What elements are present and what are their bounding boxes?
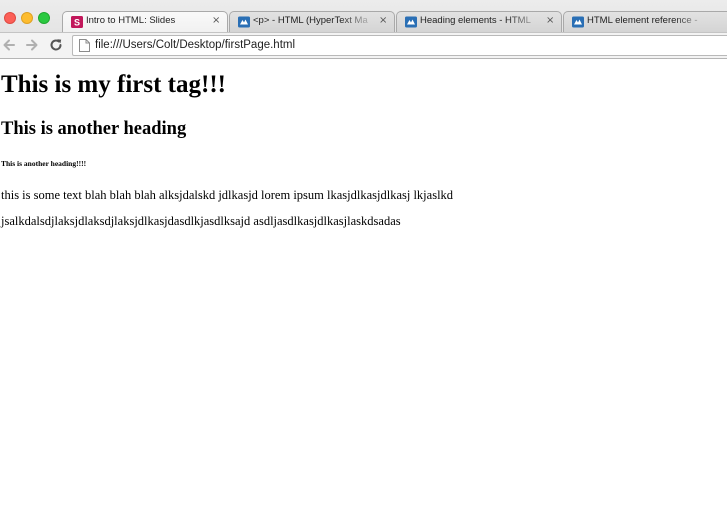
heading-2: This is another heading (1, 119, 187, 139)
tab-close-icon[interactable]: × (379, 15, 387, 27)
paragraph-text: this is some text blah blah blah alksjda… (1, 188, 454, 202)
svg-text:S: S (74, 18, 80, 28)
heading-1: This is my first tag!!! (1, 71, 226, 98)
forward-arrow-icon[interactable] (24, 37, 40, 53)
zoom-window-button[interactable] (38, 12, 50, 24)
mdn-favicon-icon (405, 16, 417, 28)
tab-label: HTML element reference - (587, 15, 698, 26)
tab-intro-to-html-slides[interactable]: S Intro to HTML: Slides × (62, 11, 228, 32)
reload-icon[interactable] (48, 37, 64, 53)
heading-6: This is another heading!!!! (1, 159, 87, 168)
tab-label: <p> - HTML (HyperText Ma (253, 15, 368, 26)
tab-heading-elements-html[interactable]: Heading elements - HTML × (396, 11, 562, 32)
tab-p-html-hypertext-markup[interactable]: <p> - HTML (HyperText Ma × (229, 11, 395, 32)
back-arrow-icon[interactable] (1, 37, 17, 53)
paragraph-text: jsalkdalsdjlaksjdlaksdjlaksjdlkasjdasdlk… (1, 214, 401, 228)
address-bar[interactable]: file:///Users/Colt/Desktop/firstPage.htm… (72, 35, 727, 56)
url-text: file:///Users/Colt/Desktop/firstPage.htm… (95, 39, 296, 51)
tab-label: Heading elements - HTML (420, 15, 531, 26)
tab-html-element-reference[interactable]: HTML element reference - (563, 11, 727, 32)
slides-favicon-icon: S (71, 16, 83, 28)
minimize-window-button[interactable] (21, 12, 33, 24)
mdn-favicon-icon (572, 16, 584, 28)
toolbar: file:///Users/Colt/Desktop/firstPage.htm… (0, 32, 727, 59)
mdn-favicon-icon (238, 16, 250, 28)
tab-close-icon[interactable]: × (212, 15, 220, 27)
browser-chrome: S Intro to HTML: Slides × <p> - HTML (Hy… (0, 0, 727, 59)
page-icon (79, 39, 90, 52)
tab-strip: S Intro to HTML: Slides × <p> - HTML (Hy… (0, 0, 727, 32)
tab-label: Intro to HTML: Slides (86, 15, 176, 26)
close-window-button[interactable] (4, 12, 16, 24)
page-content: This is my first tag!!! This is another … (0, 59, 727, 512)
tab-close-icon[interactable]: × (546, 15, 554, 27)
